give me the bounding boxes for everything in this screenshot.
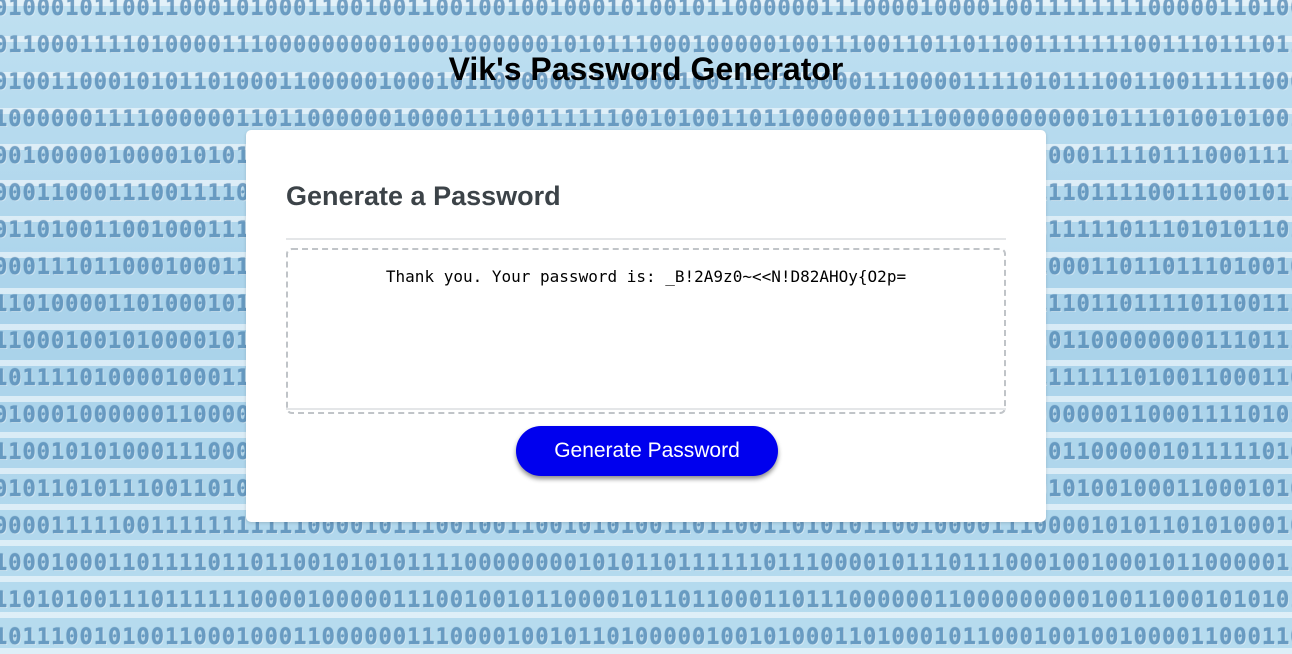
generate-password-button[interactable]: Generate Password [516, 426, 778, 476]
password-card: Generate a Password Thank you. Your pass… [246, 130, 1046, 522]
binary-texture-row: 0100010110011000101000110010011001001001… [0, 0, 1292, 21]
password-output-field[interactable]: Thank you. Your password is: _B!2A9z0~<<… [286, 248, 1006, 414]
binary-texture-row: 1101010011101111110000100000111001001011… [0, 588, 1292, 613]
card-header: Generate a Password [286, 178, 1006, 240]
card-footer: Generate Password [286, 408, 1006, 510]
binary-texture-row: 1011100101001100010001100000011100001001… [0, 625, 1292, 650]
card-title: Generate a Password [286, 181, 561, 211]
binary-texture-row: 1000100011011110110110010101011110000000… [0, 551, 1292, 576]
page-title: Vik's Password Generator [448, 51, 844, 87]
